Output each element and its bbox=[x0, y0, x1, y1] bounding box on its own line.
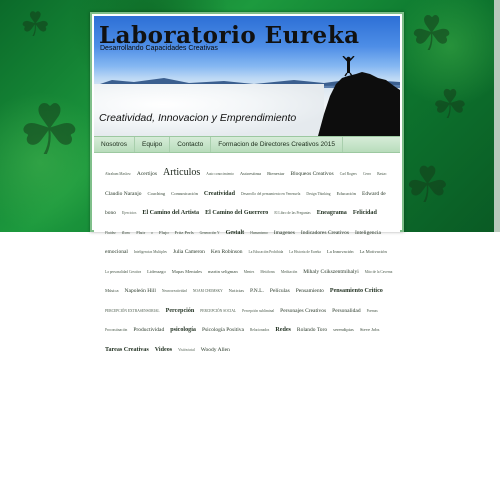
tag-link[interactable]: martin seligman bbox=[208, 269, 238, 274]
tag-link[interactable]: Fritz Perls bbox=[175, 230, 194, 235]
tag-link[interactable]: serendipias bbox=[333, 327, 354, 332]
clover-icon: ☘ bbox=[410, 6, 454, 62]
tag-link[interactable]: Rolando Toro bbox=[297, 327, 327, 333]
tag-link[interactable]: Articulos bbox=[163, 167, 200, 178]
tag-link[interactable]: Indicadores Creativos bbox=[301, 230, 349, 236]
tag-link[interactable]: Coaching bbox=[148, 191, 166, 196]
tag-link[interactable]: Ejercicios bbox=[122, 211, 136, 215]
clover-icon: ☘ bbox=[20, 5, 51, 45]
tag-link[interactable]: Tareas Creativas bbox=[105, 347, 149, 353]
tag-link[interactable]: Pensamiento bbox=[296, 288, 324, 294]
tag-link[interactable]: Gestalt bbox=[226, 230, 245, 236]
tag-link[interactable]: Ken Robinson bbox=[211, 249, 243, 255]
tag-link[interactable]: Autoestima bbox=[240, 171, 261, 176]
tag-link[interactable]: Liderazgo bbox=[147, 269, 166, 274]
tag-link[interactable]: Pensamiento Critico bbox=[330, 288, 383, 294]
nav-item-contacto[interactable]: Contacto bbox=[170, 137, 212, 152]
tag-link[interactable]: Steve Jobs bbox=[360, 327, 380, 332]
tag-link[interactable]: Neurocreatividad bbox=[162, 289, 187, 293]
tag-link[interactable]: Redes bbox=[275, 327, 291, 333]
tag-link[interactable]: Relacionados bbox=[250, 328, 269, 332]
cloud-sea bbox=[94, 84, 324, 136]
tag-link[interactable]: Inteligencias Multiples bbox=[134, 250, 167, 254]
tag-link[interactable]: Napoleón Hill bbox=[125, 288, 156, 294]
tag-link[interactable]: El Libro de las Preguntas bbox=[274, 211, 310, 215]
clover-icon: ☘ bbox=[432, 82, 468, 128]
tag-link[interactable]: Julia Cameron bbox=[173, 249, 205, 255]
tag-link[interactable]: Mentes bbox=[244, 270, 255, 274]
header-banner: Laboratorio Eureka Desarrollando Capacid… bbox=[94, 16, 400, 136]
tag-link[interactable]: Películas bbox=[270, 288, 290, 294]
tag-link[interactable]: PERCEPCIÓN SOCIAL bbox=[200, 309, 236, 313]
tag-link[interactable]: Imagenes bbox=[274, 230, 295, 236]
tag-link[interactable]: Fluir bbox=[136, 230, 145, 235]
tag-link[interactable]: La Innovación bbox=[327, 249, 354, 254]
tag-link[interactable]: Meditación bbox=[281, 270, 297, 274]
scroll-edge bbox=[494, 0, 500, 232]
nav-item-equipo[interactable]: Equipo bbox=[135, 137, 171, 152]
page-container: Laboratorio Eureka Desarrollando Capacid… bbox=[90, 12, 404, 353]
tag-link[interactable]: Felicidad bbox=[353, 210, 377, 216]
clover-icon: ☘ bbox=[18, 89, 81, 171]
tag-link[interactable]: Percepción bbox=[166, 308, 195, 314]
tag-link[interactable]: El Camino del Artista bbox=[142, 210, 199, 216]
main-navigation: Nosotros Equipo Contacto Formacion de Di… bbox=[94, 136, 400, 153]
nav-item-formacion[interactable]: Formacion de Directores Creativos 2015 bbox=[211, 137, 343, 152]
tag-link[interactable]: Fluidez bbox=[105, 231, 116, 235]
tag-link[interactable]: Psicología Positiva bbox=[202, 327, 244, 333]
tag-link[interactable]: Música bbox=[105, 288, 119, 293]
tag-link[interactable]: Poemas bbox=[367, 309, 378, 313]
tag-link[interactable]: La Motivación bbox=[360, 249, 387, 254]
tag-link[interactable]: Mapas Mentales bbox=[172, 269, 202, 274]
tag-link[interactable]: Woody Allen bbox=[201, 347, 230, 353]
tag-link[interactable]: Bloqueos Creativos bbox=[290, 171, 333, 177]
clover-icon: ☘ bbox=[405, 156, 450, 214]
tag-link[interactable]: El Camino del Guerrero bbox=[205, 210, 268, 216]
tag-link[interactable]: Abraham Maslow bbox=[105, 172, 131, 176]
tag-link[interactable]: Metáforas bbox=[260, 270, 275, 274]
tag-link[interactable]: psicología bbox=[170, 327, 196, 333]
tag-link[interactable]: Eneagrama bbox=[317, 210, 347, 216]
tag-link[interactable]: Desarrollo del pensamiento en Venezuela bbox=[241, 192, 300, 196]
tag-link[interactable]: La Historia de Eureka bbox=[289, 250, 321, 254]
tag-link[interactable]: Generación Y bbox=[200, 231, 220, 235]
nav-item-nosotros[interactable]: Nosotros bbox=[94, 137, 136, 152]
site-description: Desarrollando Capacidades Creativas bbox=[100, 45, 218, 52]
cliff-silhouette bbox=[318, 56, 400, 136]
tag-link[interactable]: P.N.L. bbox=[250, 288, 264, 294]
tag-link[interactable]: La Educación Prohibida bbox=[249, 250, 284, 254]
tag-link[interactable]: Comunicación bbox=[171, 191, 198, 196]
tag-link[interactable]: Humanismo bbox=[250, 231, 268, 235]
tag-link[interactable]: Auto conocimiento bbox=[206, 172, 234, 176]
tag-link[interactable]: Personajes Creativos bbox=[280, 308, 326, 314]
tag-link[interactable]: Visión total bbox=[178, 348, 195, 352]
tag-link[interactable]: Productividad bbox=[133, 327, 164, 333]
tag-link[interactable]: Educación bbox=[337, 191, 356, 196]
tag-link[interactable]: Cerro bbox=[363, 172, 371, 176]
tag-link[interactable]: Videos bbox=[155, 347, 172, 353]
tag-link[interactable]: flow bbox=[122, 230, 130, 235]
site-tagline: Creatividad, Innovacion y Emprendimiento bbox=[99, 112, 297, 124]
tag-link[interactable]: Bastac bbox=[377, 172, 387, 176]
tag-link[interactable]: NOAM CHOMSKY bbox=[193, 289, 223, 293]
tag-link[interactable]: Percepción subliminal bbox=[242, 309, 274, 313]
tag-link[interactable]: Carl Rogers bbox=[340, 172, 357, 176]
main-content: Abraham Maslow Acertijos Articulos Auto … bbox=[94, 153, 400, 353]
tag-link[interactable]: Noticias bbox=[229, 288, 244, 293]
tag-link[interactable]: Procrastinación bbox=[105, 328, 127, 332]
tag-link[interactable]: Mito de la Caverna bbox=[365, 270, 393, 274]
tag-link[interactable]: Creatividad bbox=[204, 191, 235, 197]
tag-link[interactable]: Mihaly Csikszentmihalyi bbox=[303, 269, 358, 275]
tag-link[interactable]: Personalidad bbox=[332, 308, 360, 314]
tag-link[interactable]: PERCEPCIÓN EXTRASENSORIAL bbox=[105, 309, 160, 313]
tag-link[interactable]: Flujo bbox=[159, 230, 169, 235]
tag-link[interactable]: Acertijos bbox=[137, 171, 157, 177]
tag-link[interactable]: Bienestar bbox=[267, 171, 284, 176]
tag-cloud: Abraham Maslow Acertijos Articulos Auto … bbox=[105, 161, 395, 356]
tag-link[interactable]: Claudio Naranjo bbox=[105, 191, 142, 197]
tag-link[interactable]: La personalidad Creativa bbox=[105, 270, 141, 274]
tag-link[interactable]: o bbox=[151, 231, 153, 235]
tag-link[interactable]: Design Thinking bbox=[306, 192, 330, 196]
